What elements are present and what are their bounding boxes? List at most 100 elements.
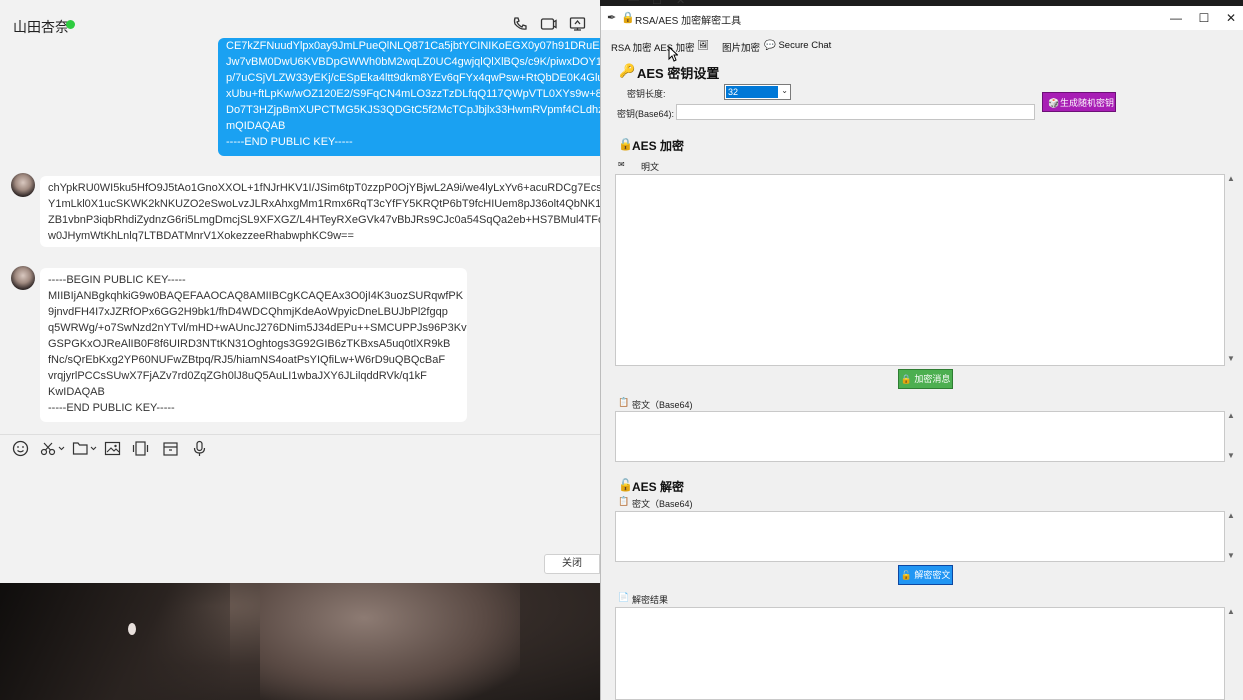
aes-key-settings-title: AES 密钥设置 [637, 66, 720, 81]
chevron-down-icon: ⌄ [781, 86, 788, 95]
message-line: Do7T3HZjpBmXUPCTMG5KJS3QDGtC5f2McTCpJbjl… [226, 104, 600, 116]
scroll-down-icon[interactable]: ▼ [1227, 451, 1235, 460]
contact-name: 山田杏奈 [13, 19, 69, 35]
aes-encrypt-title: AES 加密 [632, 139, 685, 153]
window-title: RSA/AES 加密解密工具 [635, 16, 742, 27]
encrypt-message-label: 加密消息 [914, 374, 951, 384]
photo-hair [0, 583, 230, 700]
message-line: p/7uCSjVLZW33yEKj/cESpEka4ltt9dkm8YEv6qF… [226, 72, 600, 84]
close-icon[interactable]: ✕ [1223, 10, 1239, 26]
decrypt-ciphertext-scrollbar[interactable]: ▲ ▼ [1226, 511, 1238, 562]
plaintext-scrollbar[interactable]: ▲ ▼ [1226, 174, 1238, 366]
chat-window: 山田杏奈 — ☐ ✕ CE7kZFNuudYlpx0ay9JmLPueQlNLQ… [0, 0, 685, 583]
decrypt-ciphertext-textarea[interactable] [615, 511, 1225, 562]
key-base64-input[interactable] [676, 104, 1035, 120]
background-photo [0, 583, 600, 700]
envelope-icon: ✉ [618, 160, 625, 169]
scroll-up-icon[interactable]: ▲ [1227, 607, 1235, 616]
desktop: 山田杏奈 — ☐ ✕ CE7kZFNuudYlpx0ay9JmLPueQlNLQ… [0, 0, 1243, 700]
feather-icon: ✒ [607, 12, 617, 24]
decrypt-ciphertext-button[interactable]: 🔓 解密密文 [898, 565, 953, 585]
video-clip-icon[interactable] [131, 440, 149, 458]
scroll-down-icon[interactable]: ▼ [1227, 551, 1235, 560]
lock-icon: 🔒 [618, 137, 633, 151]
message-line: xUbu+ftLpKw/wOZ120E2/S9FqCN4mLO3zzTzDLfq… [226, 88, 600, 100]
archive-box-icon[interactable] [161, 440, 179, 458]
crypto-tool-window: ✒ 🔒 RSA/AES 加密解密工具 — ☐ ✕ RSA 加密 AES 加密 🖼… [600, 6, 1243, 700]
video-call-icon[interactable] [539, 16, 557, 34]
message-line: Jw7vBM0DwU6KVBDpGWWh0bM2wqLZ0UC4gwjqlQlX… [226, 56, 600, 68]
document-icon: 📄 [618, 592, 630, 602]
lock-icon: 🔒 [900, 374, 912, 384]
scroll-up-icon[interactable]: ▲ [1227, 411, 1235, 420]
composer-divider [0, 434, 600, 435]
unlock-icon: 🔓 [618, 478, 633, 492]
tab-bar: RSA 加密 AES 加密 🖼 图片加密 💬 Secure Chat [601, 40, 1243, 56]
ciphertext-textarea[interactable] [615, 411, 1225, 462]
plaintext-textarea[interactable] [615, 174, 1225, 366]
message-line: MIIBIjANBgkqhkiG9w0BAQEFAAOCAQ8AMIIBCgKC… [48, 290, 464, 302]
maximize-icon[interactable]: ☐ [1196, 10, 1212, 26]
generate-random-key-button[interactable]: 🎲 生成随机密钥 [1042, 92, 1116, 112]
message-line: CE7kZFNuudYlpx0ay9JmLPueQlNLQ871Ca5jbtYC… [226, 40, 600, 52]
emoji-icon[interactable] [11, 440, 29, 458]
folder-icon[interactable] [72, 440, 98, 458]
message-line: -----BEGIN PUBLIC KEY----- [48, 274, 186, 286]
incoming-message-bubble: -----BEGIN PUBLIC KEY----- MIIBIjANBgkqh… [40, 268, 467, 422]
phone-call-icon[interactable] [511, 16, 529, 34]
clipboard-icon: 📋 [618, 496, 630, 506]
lock-icon: 🔒 [621, 12, 635, 24]
scissors-icon[interactable] [40, 440, 66, 458]
photo-earring [128, 623, 136, 635]
contact-avatar[interactable] [11, 266, 35, 290]
message-line: -----END PUBLIC KEY----- [48, 402, 175, 414]
scroll-up-icon[interactable]: ▲ [1227, 174, 1235, 183]
scroll-up-icon[interactable]: ▲ [1227, 511, 1235, 520]
dice-icon: 🎲 [1048, 98, 1060, 108]
decrypt-result-label: 解密结果 [632, 595, 669, 605]
clipboard-icon: 📋 [618, 397, 630, 407]
key-length-select[interactable]: 32 ⌄ [724, 84, 791, 100]
tab-secure-chat[interactable]: 💬 Secure Chat [764, 40, 831, 54]
decrypt-result-textarea[interactable] [615, 607, 1225, 700]
message-line: 9jnvdFH4I7xJZRfOPx6GG2H9bk1/fhD4WDCQhmjK… [48, 306, 448, 318]
tab-image-icon[interactable]: 🖼 [697, 40, 709, 54]
aes-decrypt-title: AES 解密 [632, 480, 685, 494]
key-length-label: 密钥长度: [627, 89, 666, 99]
minimize-icon[interactable]: — [1168, 10, 1184, 26]
message-line: q5WRWg/+o7SwNzd2nYTvl/mHD+wAUncJ276DNim5… [48, 322, 467, 334]
decrypt-result-scrollbar[interactable]: ▲ [1226, 607, 1238, 700]
ciphertext-label: 密文（Base64) [632, 400, 693, 410]
unlock-icon: 🔓 [900, 570, 912, 580]
incoming-message-bubble: chYpkRU0WI5ku5HfO9J5tAo1GnoXXOL+1fNJrHKV… [40, 176, 600, 247]
key-length-value: 32 [726, 86, 778, 98]
contact-avatar[interactable] [11, 173, 35, 197]
tab-rsa-encrypt[interactable]: RSA 加密 [611, 40, 652, 54]
online-status-dot [66, 20, 75, 29]
photo-face [260, 583, 520, 700]
scroll-down-icon[interactable]: ▼ [1227, 354, 1235, 363]
outgoing-message-bubble: CE7kZFNuudYlpx0ay9JmLPueQlNLQ871Ca5jbtYC… [218, 38, 600, 156]
message-line: mQIDAQAB [226, 120, 286, 132]
microphone-icon[interactable] [190, 440, 208, 458]
message-line: Y1mLkl0X1ucSKWK2kNKUZO2eSwoLvzJLRxAhxgMm… [48, 198, 600, 210]
encrypt-message-button[interactable]: 🔒 加密消息 [898, 369, 953, 389]
image-icon[interactable] [103, 440, 121, 458]
title-bar: ✒ 🔒 RSA/AES 加密解密工具 — ☐ ✕ [601, 6, 1243, 30]
message-line: GSPGKxOJReAlIB0F8f6UIRD3NTtKN31Oghtogs3G… [48, 338, 451, 350]
message-line: chYpkRU0WI5ku5HfO9J5tAo1GnoXXOL+1fNJrHKV… [48, 182, 600, 194]
message-line: ZB1vbnP3iqbRhdiZydnzG6ri5LmgDmcjSL9XFXGZ… [48, 214, 600, 226]
ciphertext-scrollbar[interactable]: ▲ ▼ [1226, 411, 1238, 462]
plaintext-label: 明文 [641, 162, 660, 172]
message-line: vrqjyrlPCCsSUwX7FjAZv7rd0ZqZGh0lJ8uQ5AuL… [48, 370, 427, 382]
screen-share-icon[interactable] [568, 16, 586, 34]
message-line: KwIDAQAB [48, 386, 105, 398]
message-line: -----END PUBLIC KEY----- [226, 136, 353, 148]
generate-random-key-label: 生成随机密钥 [1060, 98, 1115, 108]
tab-image-encrypt[interactable]: 图片加密 [722, 40, 760, 54]
close-button[interactable]: 关闭 [544, 554, 600, 574]
message-line: fNc/sQrEbKxg2YP60NUFwZBtpq/RJ5/hiamNS4oa… [48, 354, 446, 366]
message-line: w0JHymWtKhLnlq7LTBDATMnrV1XokezzeeRhabwp… [48, 230, 354, 242]
key-base64-label: 密钥(Base64): [617, 109, 675, 119]
decrypt-ciphertext-label: 解密密文 [914, 570, 951, 580]
